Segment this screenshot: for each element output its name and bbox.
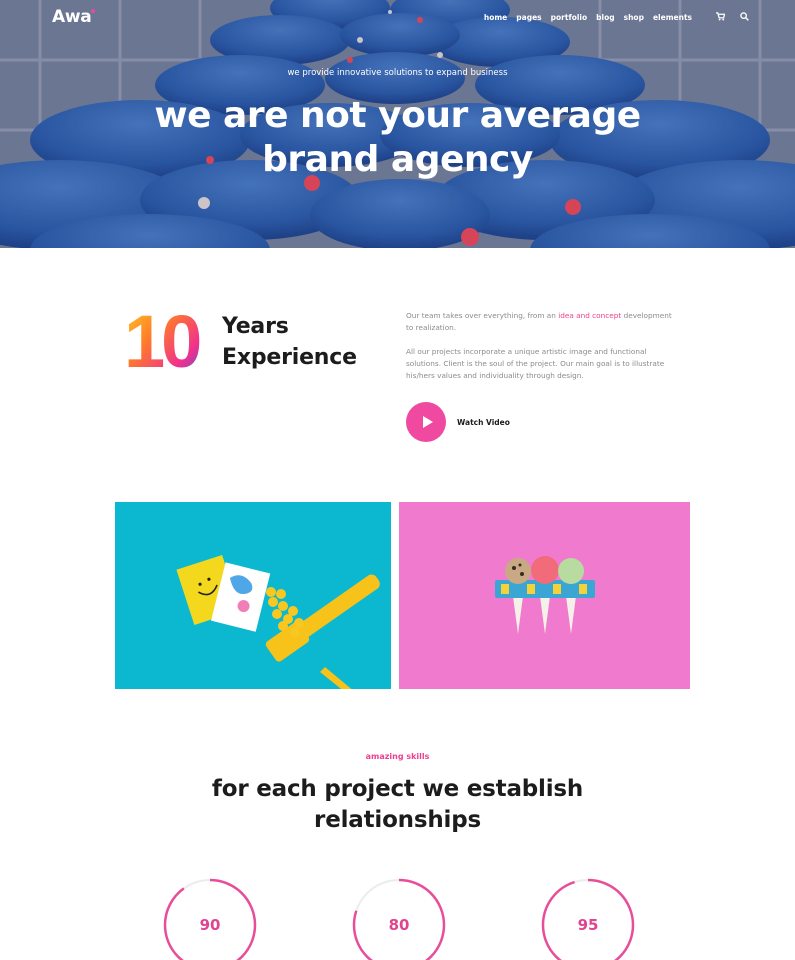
skill-value: 95: [577, 916, 599, 934]
idea-concept-link[interactable]: idea and concept: [558, 311, 621, 320]
about-paragraph-2: All our projects incorporate a unique ar…: [406, 347, 665, 380]
nav-home[interactable]: home: [484, 13, 507, 22]
years-number: 10: [124, 305, 204, 373]
about-paragraph-1: Our team takes over everything, from an …: [406, 310, 681, 334]
nav-icons: [716, 12, 749, 24]
cart-icon[interactable]: [716, 12, 726, 24]
search-icon[interactable]: [740, 12, 749, 24]
skill-value: 80: [388, 916, 410, 934]
skills-title-line2: relationships: [314, 807, 481, 833]
watch-video-label[interactable]: Watch Video: [457, 418, 510, 427]
hero-section: Awa home pages portfolio blog shop eleme…: [0, 0, 795, 248]
svg-text:10: 10: [124, 305, 200, 373]
portfolio-tile-cards[interactable]: [115, 502, 391, 689]
skill-ring-1: 90: [163, 878, 257, 960]
hero-title-line2: brand agency: [262, 139, 533, 180]
skills-title: for each project we establish relationsh…: [0, 774, 795, 836]
nav-elements[interactable]: elements: [653, 13, 692, 22]
skills-title-line1: for each project we establish: [211, 776, 584, 802]
years-label-line1: Years: [222, 314, 289, 339]
nav-blog[interactable]: blog: [596, 13, 614, 22]
play-video-button[interactable]: [406, 402, 446, 442]
ice-cream-cones-image: [495, 556, 595, 634]
about-text-a: Our team takes over everything, from an: [406, 311, 559, 320]
site-logo[interactable]: Awa: [52, 7, 92, 27]
skill-ring-3: 95: [541, 878, 635, 960]
logo-dot: [91, 9, 95, 13]
skills-kicker: amazing skills: [365, 752, 430, 761]
hero-title: we are not your average brand agency: [0, 94, 795, 182]
main-nav: home pages portfolio blog shop elements: [484, 13, 692, 24]
nav-portfolio[interactable]: portfolio: [551, 13, 588, 22]
business-cards-brush-image: [176, 554, 380, 689]
skill-value: 90: [199, 916, 221, 934]
nav-shop[interactable]: shop: [624, 13, 644, 22]
hero-subtitle: we provide innovative solutions to expan…: [287, 68, 508, 78]
skill-ring-2: 80: [352, 878, 446, 960]
nav-pages[interactable]: pages: [516, 13, 543, 24]
hero-title-line1: we are not your average: [154, 95, 641, 136]
years-label: Years Experience: [222, 311, 357, 373]
years-label-line2: Experience: [222, 345, 357, 370]
portfolio-tile-icecream[interactable]: [399, 502, 690, 689]
